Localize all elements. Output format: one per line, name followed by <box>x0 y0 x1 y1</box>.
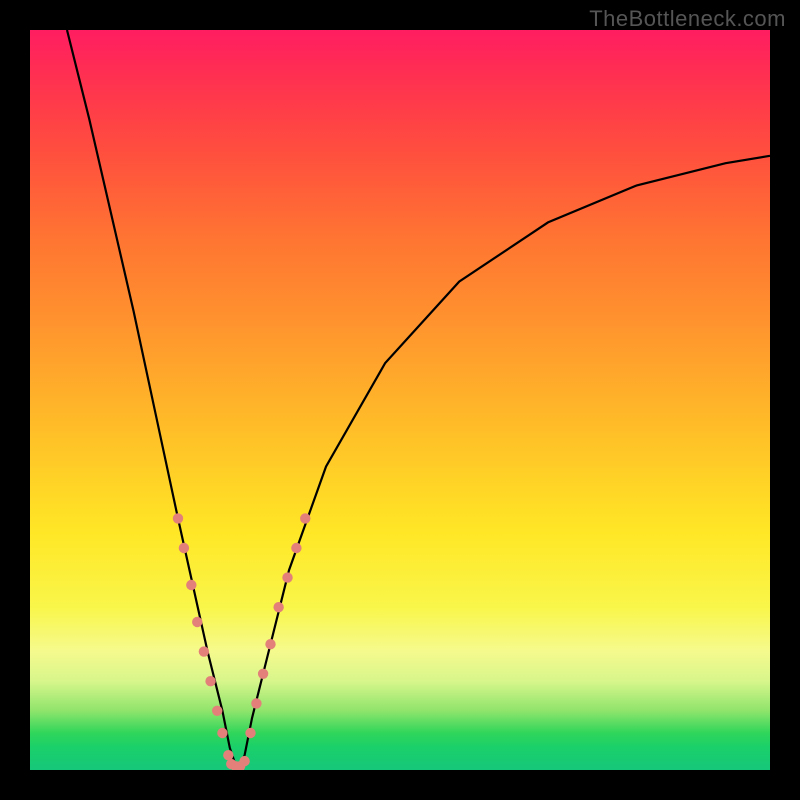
marker-dot <box>173 513 183 523</box>
marker-dot <box>179 543 189 553</box>
marker-dot <box>192 617 202 627</box>
marker-dot <box>217 728 227 738</box>
marker-dot <box>212 706 222 716</box>
marker-dot <box>273 602 283 612</box>
marker-dot <box>291 543 301 553</box>
marker-dot <box>282 572 292 582</box>
marker-dot <box>265 639 275 649</box>
watermark-text: TheBottleneck.com <box>589 6 786 32</box>
marker-dot <box>251 698 261 708</box>
marker-dot <box>223 750 233 760</box>
marker-dot <box>239 756 249 766</box>
marker-dot <box>186 580 196 590</box>
bottleneck-curve <box>67 30 770 770</box>
marker-dot <box>300 513 310 523</box>
marker-dot <box>199 646 209 656</box>
marker-dot <box>258 669 268 679</box>
marker-layer <box>173 513 311 770</box>
marker-dot <box>245 728 255 738</box>
marker-dot <box>205 676 215 686</box>
curve-layer <box>67 30 770 770</box>
chart-svg <box>30 30 770 770</box>
plot-frame <box>30 30 770 770</box>
chart-page: TheBottleneck.com <box>0 0 800 800</box>
